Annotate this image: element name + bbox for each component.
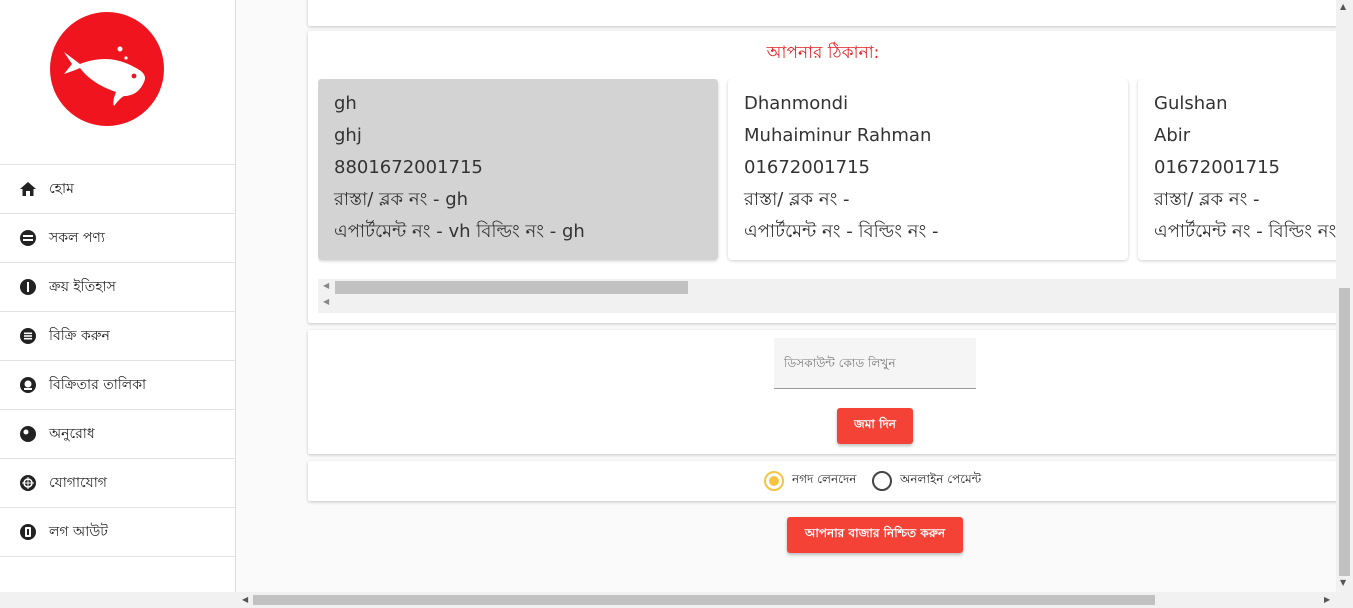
sidebar-item-label: হোম	[49, 181, 74, 197]
discount-card: জমা দিন	[308, 330, 1338, 454]
address-road: রাস্তা/ ব্লক নং -	[1154, 189, 1260, 210]
address-apartment: এপার্টমেন্ট নং - বিল্ডিং নং -	[744, 221, 939, 242]
confirm-order-button[interactable]: আপনার বাজার নিশ্চিত করুন	[787, 517, 963, 553]
cash-radio[interactable]	[764, 471, 784, 491]
request-icon	[19, 425, 37, 443]
online-label: অনলাইন পেমেন্ট	[900, 472, 982, 486]
scrollbar-thumb[interactable]	[253, 595, 1155, 605]
page-horizontal-scrollbar[interactable]: ◀ ▶	[0, 592, 1353, 608]
address-road: রাস্তা/ ব্লক নং - gh	[334, 189, 469, 210]
discount-submit-button[interactable]: জমা দিন	[837, 408, 913, 444]
list-icon	[19, 327, 37, 345]
address-name: Muhaiminur Rahman	[744, 125, 932, 146]
discount-code-input[interactable]	[774, 338, 976, 389]
address-road: রাস্তা/ ব্লক নং -	[744, 189, 850, 210]
sidebar: হোম সকল পণ্য ক্রয় ইতিহাস বিক্রি করুন বি…	[0, 0, 236, 608]
sidebar-item-label: ক্রয় ইতিহাস	[49, 279, 116, 295]
address-area: Gulshan	[1154, 93, 1228, 114]
sidebar-item-purchase-history[interactable]: ক্রয় ইতিহাস	[0, 263, 235, 312]
address-name: Abir	[1154, 125, 1191, 146]
scrollbar-thumb[interactable]	[335, 281, 688, 294]
address-section-title: আপনার ঠিকানা:	[766, 43, 880, 63]
address-apartment: এপার্টমেন্ট নং - বিল্ডিং নং -	[1154, 221, 1338, 242]
address-area: gh	[334, 93, 357, 114]
address-phone: 01672001715	[1154, 157, 1280, 178]
sidebar-item-label: অনুরোধ	[49, 426, 95, 442]
scroll-down-arrow-icon[interactable]: ▼	[1340, 578, 1346, 587]
scroll-right-arrow-icon[interactable]: ▶	[1324, 595, 1330, 604]
payment-option-online[interactable]: অনলাইন পেমেন্ট	[872, 471, 981, 491]
sidebar-item-all-products[interactable]: সকল পণ্য	[0, 214, 235, 263]
cash-label: নগদ লেনদেন	[792, 472, 857, 486]
sidebar-item-sell[interactable]: বিক্রি করুন	[0, 312, 235, 361]
payment-method-card: নগদ লেনদেন অনলাইন পেমেন্ট	[308, 461, 1338, 501]
products-icon	[19, 229, 37, 247]
payment-option-cash[interactable]: নগদ লেনদেন	[764, 471, 856, 491]
page-vertical-scrollbar[interactable]: ▲ ▼	[1336, 0, 1353, 592]
fish-logo-icon[interactable]	[50, 12, 164, 126]
sidebar-item-request[interactable]: অনুরোধ	[0, 410, 235, 459]
contact-icon	[19, 474, 37, 492]
logout-icon	[19, 523, 37, 541]
sidebar-item-label: বিক্রিতার তালিকা	[49, 377, 147, 393]
address-apartment: এপার্টমেন্ট নং - vh বিল্ডিং নং - gh	[334, 221, 585, 242]
scrollbar-thumb[interactable]	[1339, 288, 1350, 576]
sidebar-item-label: লগ আউট	[49, 524, 108, 540]
sidebar-item-label: সকল পণ্য	[49, 230, 105, 246]
sidebar-item-contact[interactable]: যোগাযোগ	[0, 459, 235, 508]
scroll-up-arrow-icon[interactable]: ▲	[1340, 2, 1346, 11]
home-icon	[19, 180, 37, 198]
checkout-main: আপনার ঠিকানা: gh ghj 8801672001715 রাস্ত…	[236, 0, 1338, 592]
scroll-left-arrow-icon[interactable]: ◀	[323, 297, 329, 306]
online-radio[interactable]	[872, 471, 892, 491]
address-option-2[interactable]: Dhanmondi Muhaiminur Rahman 01672001715 …	[728, 79, 1128, 260]
address-name: ghj	[334, 125, 362, 146]
sidebar-item-home[interactable]: হোম	[0, 165, 235, 214]
scroll-left-arrow-icon[interactable]: ◀	[242, 595, 248, 604]
sidebar-item-label: বিক্রি করুন	[49, 328, 110, 344]
scroll-left-arrow-icon[interactable]: ◀	[323, 281, 329, 290]
address-phone: 01672001715	[744, 157, 870, 178]
address-list-scrollbar[interactable]: ◀ ◀	[318, 279, 1338, 313]
sidebar-item-label: যোগাযোগ	[49, 475, 107, 491]
address-area: Dhanmondi	[744, 93, 849, 114]
history-icon	[19, 278, 37, 296]
address-phone: 8801672001715	[334, 157, 483, 178]
address-option-3[interactable]: Gulshan Abir 01672001715 রাস্তা/ ব্লক নং…	[1138, 79, 1338, 260]
sidebar-nav: হোম সকল পণ্য ক্রয় ইতিহাস বিক্রি করুন বি…	[0, 164, 235, 557]
address-list: gh ghj 8801672001715 রাস্তা/ ব্লক নং - g…	[318, 79, 1338, 269]
address-card: আপনার ঠিকানা: gh ghj 8801672001715 রাস্ত…	[308, 31, 1338, 323]
address-option-1[interactable]: gh ghj 8801672001715 রাস্তা/ ব্লক নং - g…	[318, 79, 718, 260]
sidebar-item-logout[interactable]: লগ আউট	[0, 508, 235, 557]
seller-icon	[19, 376, 37, 394]
order-summary-card	[308, 0, 1338, 26]
sidebar-item-seller-list[interactable]: বিক্রিতার তালিকা	[0, 361, 235, 410]
